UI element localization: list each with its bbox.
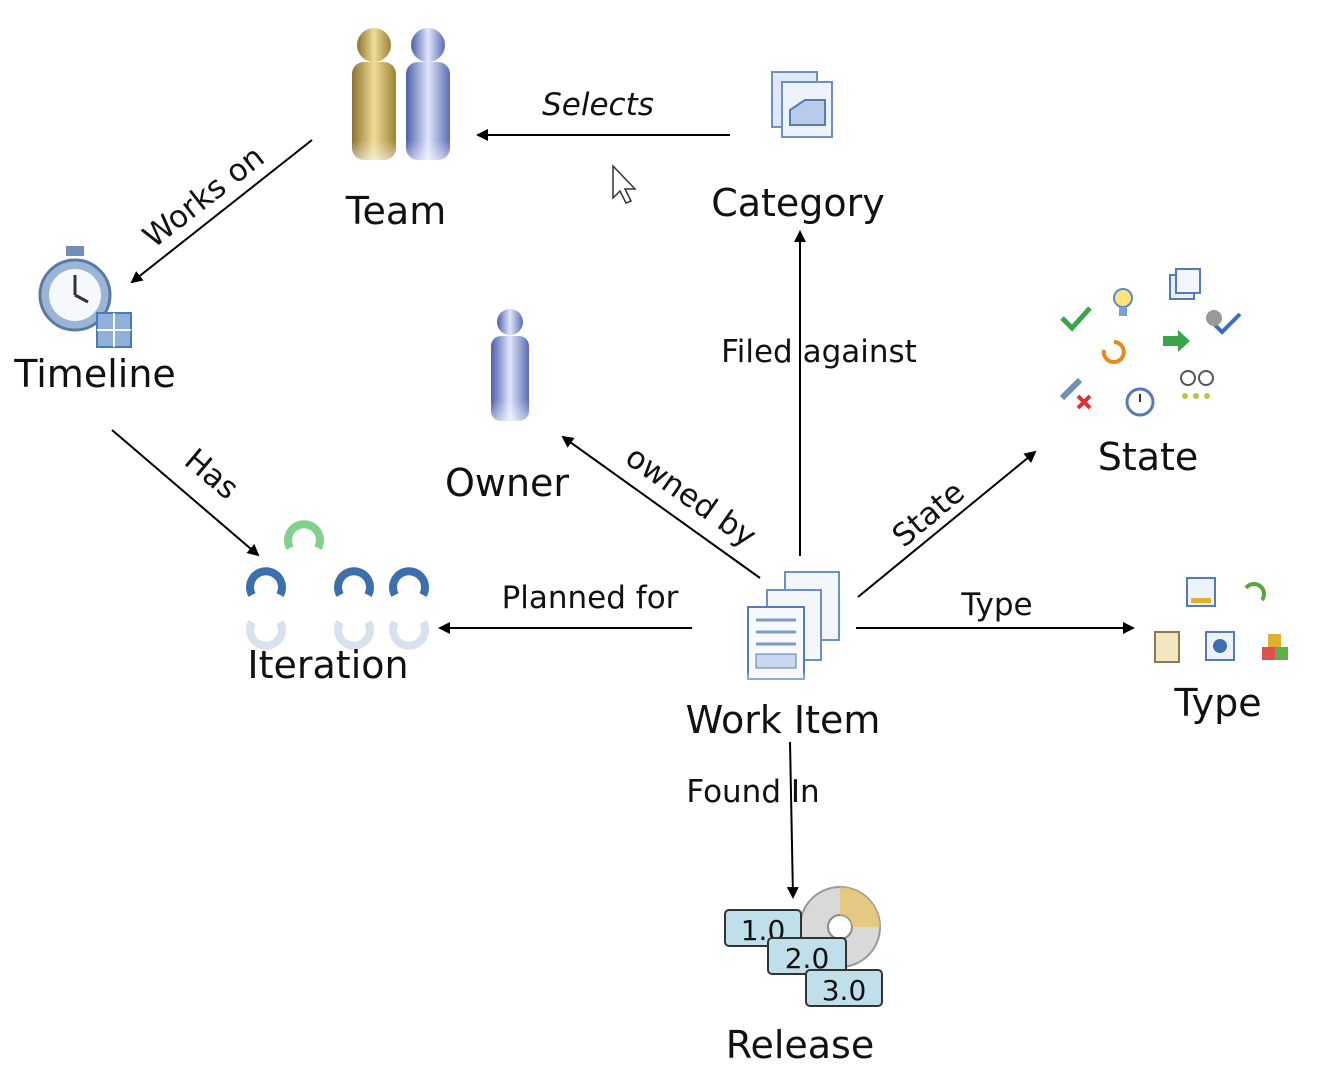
type-icon-cluster: [1154, 577, 1288, 663]
edge-label-selects: Selects: [542, 87, 654, 123]
edge-state: [857, 450, 1037, 598]
node-label-category: Category: [711, 181, 885, 225]
edge-label-works-on: Works on: [136, 139, 271, 255]
blocks-icon: [1262, 634, 1288, 660]
edge-found-in: [786, 741, 799, 899]
owner-icon: [485, 309, 535, 440]
reopen-icon: [1101, 340, 1126, 364]
node-label-team: Team: [345, 189, 446, 233]
mouse-cursor-icon: [612, 164, 637, 204]
defect-icon: [1205, 631, 1235, 661]
verified-icon-disc: [1206, 310, 1222, 326]
arrow-right-icon: [1163, 330, 1190, 352]
timer-icon: [1125, 387, 1155, 417]
release-icon: 1.0 2.0 3.0: [724, 886, 883, 1007]
node-label-timeline: Timeline: [13, 352, 176, 396]
clipboard-icon: [1154, 631, 1180, 663]
node-label-owner: Owner: [445, 461, 569, 505]
glasses-icon: [1180, 370, 1214, 399]
node-label-iteration: Iteration: [247, 643, 408, 687]
edge-label-has: Has: [177, 442, 245, 507]
refresh-icon: [1244, 582, 1266, 602]
story-icon: [1186, 577, 1216, 607]
edge-label-owned-by: owned by: [619, 439, 763, 555]
edge-label-type: Type: [960, 587, 1032, 623]
timeline-icon: [38, 246, 132, 348]
version-tag-label: 3.0: [822, 974, 867, 1007]
iteration-icon: [246, 520, 429, 650]
state-icon-cluster: [1059, 268, 1242, 417]
edge-label-found-in: Found In: [686, 774, 819, 810]
diagram: Selects Works on Has Filed against owned…: [0, 0, 1324, 1084]
diagram-canvas: Selects Works on Has Filed against owned…: [13, 28, 1288, 1067]
node-label-release: Release: [726, 1023, 874, 1067]
edge-label-filed-against: Filed against: [721, 334, 917, 370]
team-icon: [345, 28, 460, 180]
node-label-state: State: [1098, 435, 1199, 479]
work-item-icon: [740, 571, 850, 695]
edge-has: [111, 429, 260, 557]
wrench-cross-icon: [1059, 377, 1092, 410]
document-list-icon: [1169, 268, 1201, 300]
checkmark-icon: [1060, 306, 1092, 332]
version-tag-3: 3.0: [805, 969, 883, 1007]
node-label-work-item: Work Item: [686, 698, 881, 742]
category-icon: [765, 71, 845, 170]
edge-label-planned-for: Planned for: [502, 580, 679, 616]
edges: [111, 129, 1135, 899]
node-label-type: Type: [1173, 681, 1261, 725]
lightbulb-icon: [1113, 288, 1133, 316]
